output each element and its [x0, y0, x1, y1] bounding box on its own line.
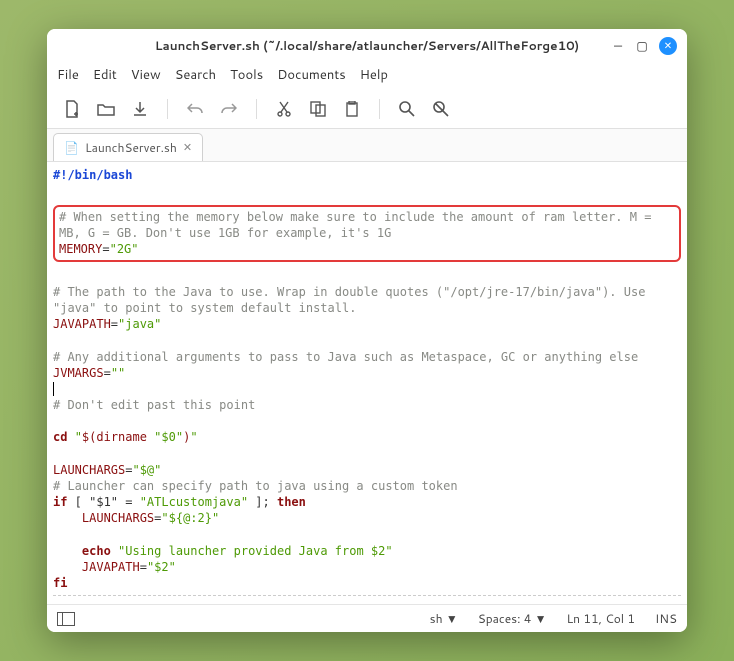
close-button[interactable]: ✕ [659, 37, 677, 55]
separator [379, 99, 380, 119]
menu-help[interactable]: Help [360, 66, 388, 84]
redo-icon[interactable] [216, 96, 242, 122]
tab-bar: 📄 LaunchServer.sh ✕ [47, 129, 687, 162]
window-controls: — ▢ ✕ [611, 37, 677, 55]
paste-icon[interactable] [339, 96, 365, 122]
menu-edit[interactable]: Edit [93, 66, 117, 84]
menu-file[interactable]: File [57, 66, 79, 84]
menu-tools[interactable]: Tools [230, 66, 263, 84]
tab-close-icon[interactable]: ✕ [183, 139, 192, 155]
separator [256, 99, 257, 119]
status-insert-mode[interactable]: INS [655, 610, 677, 627]
toolbar [47, 90, 687, 129]
code-shebang: #!/bin/bash [53, 168, 132, 182]
file-icon: 📄 [64, 139, 79, 156]
save-icon[interactable] [127, 96, 153, 122]
replace-icon[interactable] [428, 96, 454, 122]
menu-search[interactable]: Search [175, 66, 216, 84]
minimize-button[interactable]: — [611, 39, 625, 53]
copy-icon[interactable] [305, 96, 331, 122]
tab-label: LaunchServer.sh [85, 139, 177, 156]
new-file-icon[interactable] [59, 96, 85, 122]
undo-icon[interactable] [182, 96, 208, 122]
status-cursor-pos: Ln 11, Col 1 [567, 610, 635, 627]
search-icon[interactable] [394, 96, 420, 122]
open-file-icon[interactable] [93, 96, 119, 122]
status-language[interactable]: sh ▼ [430, 610, 458, 627]
titlebar: LaunchServer.sh (~/.local/share/atlaunch… [47, 29, 687, 60]
cut-icon[interactable] [271, 96, 297, 122]
statusbar: sh ▼ Spaces: 4 ▼ Ln 11, Col 1 INS [47, 604, 687, 632]
menubar: File Edit View Search Tools Documents He… [47, 60, 687, 90]
side-panel-icon[interactable] [57, 612, 75, 626]
separator [167, 99, 168, 119]
editor-window: LaunchServer.sh (~/.local/share/atlaunch… [47, 29, 687, 633]
menu-view[interactable]: View [131, 66, 161, 84]
text-cursor [53, 382, 54, 396]
code-editor[interactable]: #!/bin/bash # When setting the memory be… [47, 162, 687, 605]
menu-documents[interactable]: Documents [277, 66, 346, 84]
ruler-line [53, 595, 681, 596]
tab-launchserver[interactable]: 📄 LaunchServer.sh ✕ [53, 133, 203, 161]
status-indent[interactable]: Spaces: 4 ▼ [478, 610, 547, 627]
highlighted-block: # When setting the memory below make sur… [53, 205, 681, 262]
window-title: LaunchServer.sh (~/.local/share/atlaunch… [57, 37, 677, 54]
maximize-button[interactable]: ▢ [635, 39, 649, 53]
